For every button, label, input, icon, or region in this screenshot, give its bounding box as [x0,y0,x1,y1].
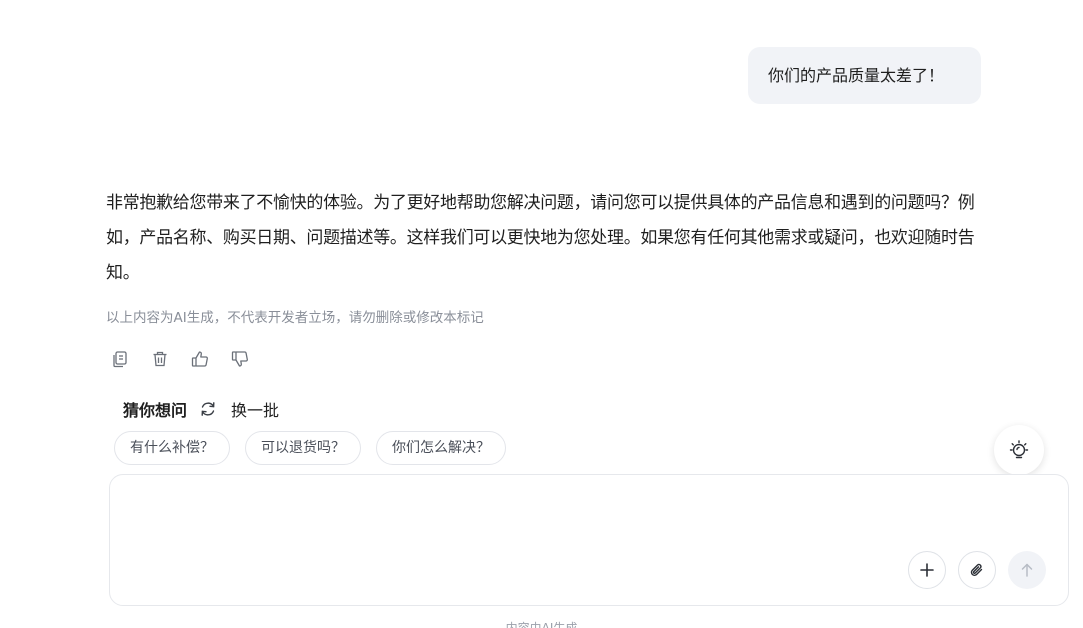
user-message-bubble: 你们的产品质量太差了！ [748,47,981,104]
suggestion-chip[interactable]: 可以退货吗？ [245,431,361,465]
copy-icon [113,351,127,368]
suggestion-chips: 有什么补偿？ 可以退货吗？ 你们怎么解决？ [114,431,506,465]
suggestion-chip[interactable]: 你们怎么解决？ [376,431,506,465]
arrow-up-icon [1021,563,1033,577]
refresh-icon [201,402,215,416]
chat-page: 你们的产品质量太差了！ 非常抱歉给您带来了不愉快的体验。为了更好地帮助您解决问题… [0,0,1083,628]
like-button[interactable] [190,348,210,370]
trash-icon [153,351,167,367]
lightbulb-icon [1009,440,1029,459]
send-button[interactable] [1008,551,1046,589]
add-button[interactable] [908,551,946,589]
message-input[interactable] [126,489,890,553]
paperclip-icon [970,563,983,576]
copy-button[interactable] [110,348,130,370]
plus-icon [920,563,934,577]
suggestions-header: 猜你想问 换一批 [123,396,279,422]
attach-button[interactable] [958,551,996,589]
message-actions [110,348,250,370]
suggestion-chip[interactable]: 有什么补偿？ [114,431,230,465]
idea-float-button[interactable] [994,425,1044,475]
thumbs-down-icon [231,351,248,367]
footer-note: 内容由AI生成 [505,621,578,628]
dislike-button[interactable] [230,348,250,370]
refresh-label[interactable]: 换一批 [231,397,279,421]
message-composer [109,474,1069,606]
refresh-suggestions-button[interactable] [199,400,217,418]
ai-generated-disclaimer: 以上内容为AI生成，不代表开发者立场，请勿删除或修改本标记 [106,310,484,326]
assistant-message: 非常抱歉给您带来了不愉快的体验。为了更好地帮助您解决问题，请问您可以提供具体的产… [106,193,975,283]
thumbs-up-icon [191,351,208,367]
suggestions-title: 猜你想问 [123,401,188,420]
delete-button[interactable] [150,348,170,370]
